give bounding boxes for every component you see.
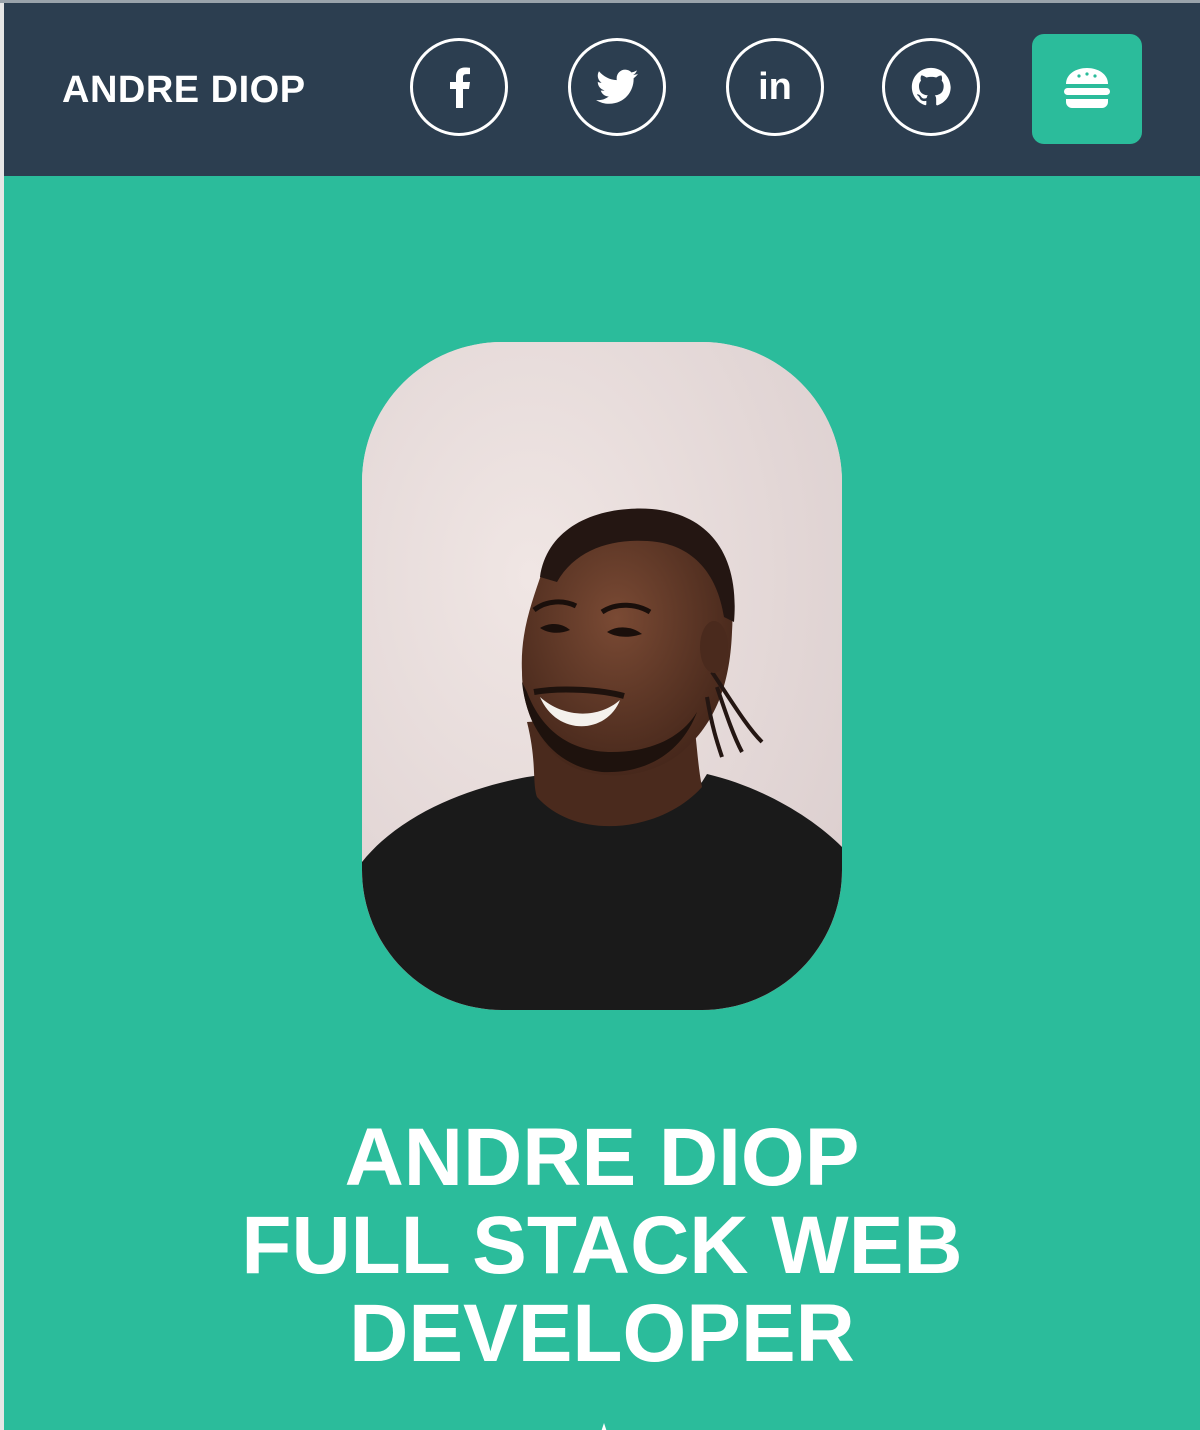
star-divider-icon (592, 1422, 616, 1430)
linkedin-link[interactable]: in (726, 38, 824, 136)
hero-title-line: FULL STACK WEB (241, 1200, 963, 1291)
menu-button[interactable] (1032, 34, 1142, 144)
hero-section: ANDRE DIOP FULL STACK WEB DEVELOPER (4, 176, 1200, 1430)
facebook-link[interactable] (410, 38, 508, 136)
twitter-icon (596, 69, 638, 105)
hero-title: ANDRE DIOP FULL STACK WEB DEVELOPER (4, 1114, 1200, 1378)
facebook-icon (446, 66, 472, 108)
hamburger-menu-icon (1062, 66, 1112, 113)
brand-link[interactable]: ANDRE DIOP (62, 67, 306, 113)
hero-title-line: DEVELOPER (349, 1288, 855, 1379)
profile-photo (362, 342, 842, 1010)
github-link[interactable] (882, 38, 980, 136)
github-icon (911, 67, 951, 107)
hero-title-line: ANDRE DIOP (344, 1112, 860, 1203)
navbar: ANDRE DIOP in (4, 3, 1200, 176)
twitter-link[interactable] (568, 38, 666, 136)
linkedin-icon: in (758, 65, 792, 108)
